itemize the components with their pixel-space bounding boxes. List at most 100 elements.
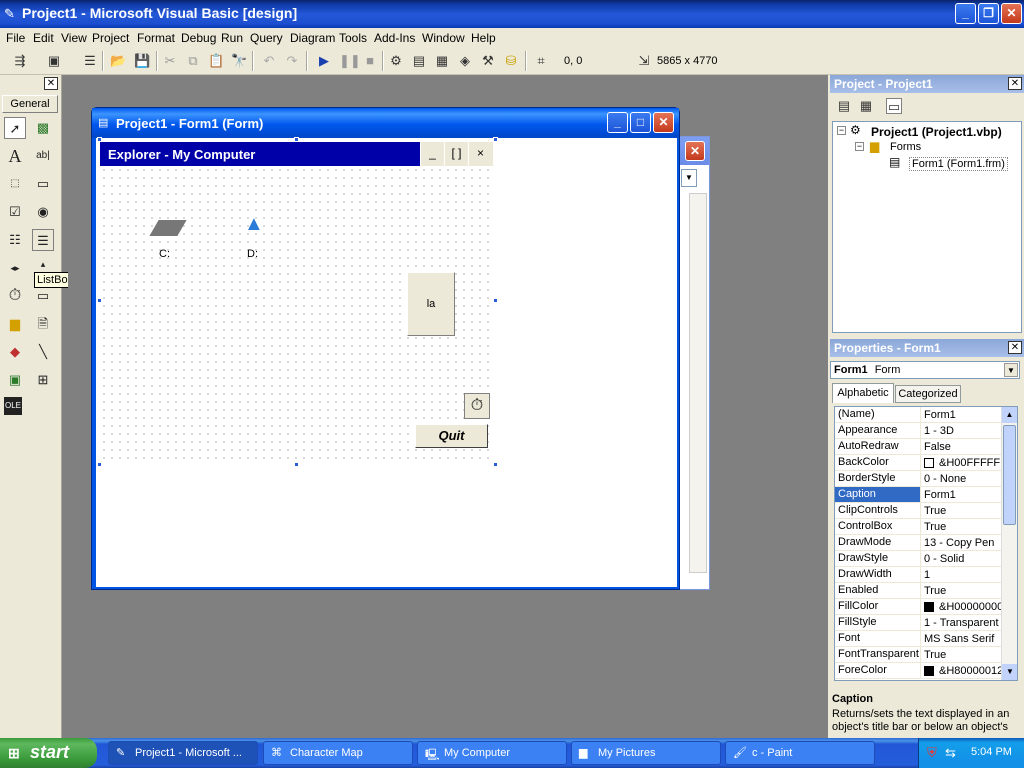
add-form-icon[interactable]: ▣ — [46, 53, 62, 69]
copy-icon[interactable]: ⧉ — [185, 53, 201, 69]
shape-tool-icon[interactable]: ◆ — [4, 341, 26, 363]
ole-tool-icon[interactable]: OLE — [4, 397, 22, 415]
view-object-icon[interactable]: ▦ — [858, 98, 874, 114]
selection-handle[interactable] — [294, 137, 299, 142]
commandbutton-tool-icon[interactable]: ▭ — [32, 173, 54, 195]
property-value[interactable]: 13 - Copy Pen — [921, 535, 1001, 550]
timer-control-icon[interactable]: ⏱ — [464, 393, 490, 419]
property-row[interactable]: ForeColor &H80000012 — [835, 663, 1017, 679]
property-row[interactable]: BorderStyle 0 - None — [835, 471, 1017, 487]
listbox-tool-icon[interactable]: ☰ — [32, 229, 54, 251]
task-character-map[interactable]: ⌘ Character Map — [263, 741, 413, 765]
drive-d-icon[interactable]: ▲ — [244, 214, 266, 234]
property-value[interactable]: True — [921, 503, 1001, 518]
property-value[interactable]: True — [921, 519, 1001, 534]
start-icon[interactable]: ▶ — [316, 53, 332, 69]
combobox-tool-icon[interactable]: ☷ — [4, 229, 26, 251]
toolbox-general-tab[interactable]: General — [2, 95, 58, 113]
tab-alphabetic[interactable]: Alphabetic — [832, 383, 894, 403]
property-row[interactable]: AutoRedraw False — [835, 439, 1017, 455]
data-tool-icon[interactable]: ⊞ — [32, 369, 54, 391]
menu-file[interactable]: File — [6, 31, 25, 45]
drivelistbox-tool-icon[interactable]: ▭ — [32, 285, 54, 307]
menu-help[interactable]: Help — [471, 31, 496, 45]
property-row[interactable]: FillColor &H00000000 — [835, 599, 1017, 615]
textbox-tool-icon[interactable]: ab| — [32, 145, 54, 167]
property-value[interactable]: &H00000000 — [921, 599, 1001, 614]
task-vb[interactable]: ✎ Project1 - Microsoft ... — [108, 741, 258, 765]
toolbox-close-icon[interactable]: ✕ — [44, 77, 58, 90]
tree-form1-item[interactable]: Form1 (Form1.frm) — [909, 157, 1008, 171]
menu-run[interactable]: Run — [221, 31, 243, 45]
tree-expander[interactable]: − — [837, 126, 846, 135]
toggle-folders-icon[interactable]: ▭ — [886, 98, 902, 114]
filelistbox-tool-icon[interactable]: 🗎 — [32, 313, 54, 335]
selection-handle[interactable] — [97, 298, 102, 303]
property-row[interactable]: DrawWidth 1 — [835, 567, 1017, 583]
cut-icon[interactable]: ✂ — [162, 53, 178, 69]
project-panel-close-icon[interactable]: ✕ — [1008, 77, 1022, 90]
form-maximize-button[interactable]: □ — [630, 112, 651, 133]
property-value[interactable]: True — [921, 647, 1001, 662]
save-project-icon[interactable]: 💾 — [134, 53, 150, 69]
properties-window-icon[interactable]: ▤ — [411, 53, 427, 69]
scroll-down-icon[interactable]: ▼ — [1002, 664, 1017, 680]
menu-edit[interactable]: Edit — [33, 31, 54, 45]
property-value[interactable]: True — [921, 583, 1001, 598]
hscrollbar-tool-icon[interactable]: ◂▸ — [4, 257, 26, 279]
property-row[interactable]: (Name) Form1 — [835, 407, 1017, 423]
property-value[interactable]: MS Sans Serif — [921, 631, 1001, 646]
restore-button[interactable]: ❐ — [978, 3, 999, 24]
property-row[interactable]: Enabled True — [835, 583, 1017, 599]
menu-editor-icon[interactable]: ☰ — [82, 53, 98, 69]
menu-add-ins[interactable]: Add-Ins — [374, 31, 415, 45]
menu-query[interactable]: Query — [250, 31, 283, 45]
selection-handle[interactable] — [493, 298, 498, 303]
inner-minimize-button[interactable]: _ — [420, 142, 444, 166]
property-value[interactable]: &H00FFFFFF — [921, 455, 1001, 470]
property-row[interactable]: ControlBox True — [835, 519, 1017, 535]
close-button[interactable]: ✕ — [1001, 3, 1022, 24]
task-my-pictures[interactable]: ▆ My Pictures — [571, 741, 721, 765]
selection-handle[interactable] — [493, 137, 498, 142]
timer-tool-icon[interactable]: ⏱ — [4, 285, 26, 307]
property-row[interactable]: BackColor &H00FFFFFF — [835, 455, 1017, 471]
menu-project[interactable]: Project — [92, 31, 129, 45]
chevron-down-icon[interactable]: ▼ — [1004, 363, 1018, 377]
project-explorer-icon[interactable]: ⚙ — [388, 53, 404, 69]
background-window-scrollbar[interactable] — [689, 193, 707, 573]
selection-handle[interactable] — [97, 137, 102, 142]
open-project-icon[interactable]: 📂 — [110, 53, 126, 69]
scroll-thumb[interactable] — [1003, 425, 1016, 525]
inner-maximize-button[interactable]: [ ] — [444, 142, 468, 166]
selection-handle[interactable] — [493, 462, 498, 467]
scroll-up-icon[interactable]: ▲ — [1002, 407, 1017, 423]
find-icon[interactable]: 🔭 — [231, 53, 247, 69]
inner-close-button[interactable]: × — [468, 142, 492, 166]
task-paint[interactable]: 🖌 c - Paint — [725, 741, 875, 765]
menu-diagram[interactable]: Diagram — [290, 31, 335, 45]
background-window-close-button[interactable]: ✕ — [685, 141, 705, 161]
tab-categorized[interactable]: Categorized — [895, 385, 961, 403]
property-row[interactable]: FillStyle 1 - Transparent — [835, 615, 1017, 631]
data-view-icon[interactable]: ⛁ — [503, 53, 519, 69]
form-minimize-button[interactable]: _ — [607, 112, 628, 133]
picturebox-tool-icon[interactable]: ▩ — [32, 117, 54, 139]
property-row[interactable]: Caption Form1 — [835, 487, 1017, 503]
property-value[interactable]: 1 — [921, 567, 1001, 582]
quit-button[interactable]: Quit — [415, 424, 488, 448]
dirlistbox-tool-icon[interactable]: ▆ — [4, 313, 26, 335]
property-value[interactable]: Form1 — [921, 487, 1001, 502]
paste-icon[interactable]: 📋 — [208, 53, 224, 69]
menu-window[interactable]: Window — [422, 31, 465, 45]
property-value[interactable]: Form1 — [921, 407, 1001, 422]
view-code-icon[interactable]: ▤ — [836, 98, 852, 114]
selection-handle[interactable] — [294, 462, 299, 467]
network-icon[interactable]: ⇆ — [945, 745, 956, 761]
menu-view[interactable]: View — [61, 31, 87, 45]
end-icon[interactable]: ■ — [362, 53, 378, 69]
property-value[interactable]: 1 - Transparent — [921, 615, 1001, 630]
property-row[interactable]: Font MS Sans Serif — [835, 631, 1017, 647]
tree-project-root[interactable]: Project1 (Project1.vbp) — [871, 125, 1002, 139]
line-tool-icon[interactable]: ╲ — [32, 341, 54, 363]
